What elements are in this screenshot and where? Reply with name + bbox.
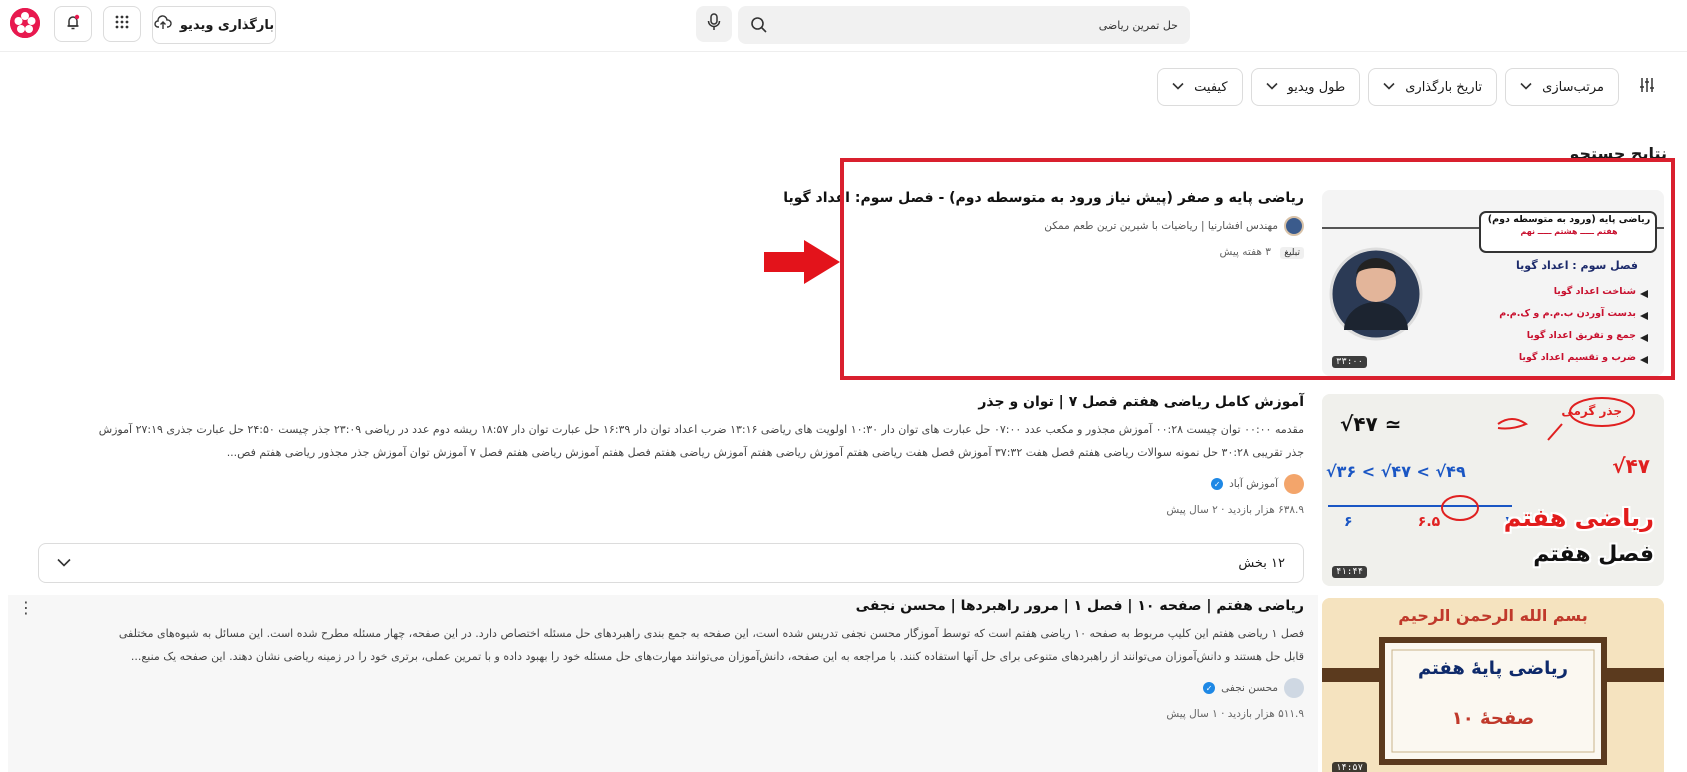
filter-upload-date-label: تاریخ بارگذاری [1405, 79, 1483, 95]
search-input[interactable] [798, 6, 1178, 44]
description-line: فصل ۱ ریاضی هفتم این کلیپ مربوط به صفحه … [118, 627, 1304, 640]
chevron-down-icon [1265, 82, 1278, 93]
result-description: فصل ۱ ریاضی هفتم این کلیپ مربوط به صفحه … [54, 622, 1304, 668]
sections-label: ۱۲ بخش [1238, 555, 1285, 571]
duration-badge: ۴۱:۴۴ [1332, 566, 1368, 578]
thumb-denominator: ۶.۵ [1417, 514, 1441, 530]
publish-time: ۱ سال پیش [1166, 708, 1218, 720]
thumb-basmala: بسم الله الرحمن الرحیم [1398, 606, 1588, 625]
description-line: مقدمه ۰۰:۰۰ توان چیست ۰۰:۲۸ آموزش مجذور … [98, 423, 1304, 436]
channel-avatar[interactable] [1284, 678, 1304, 698]
meta-separator: · [1217, 708, 1225, 720]
channel-name[interactable]: محسن نجفی [1221, 682, 1278, 694]
apps-button[interactable] [103, 6, 141, 42]
meta-separator: · [1217, 504, 1225, 516]
red-arrow-icon [764, 240, 840, 288]
thumb-grade: ریاضی پایهٔ هفتم [1417, 658, 1569, 679]
search-icon[interactable] [750, 16, 768, 38]
description-line: قابل حل هستند و دانش‌آموزان می‌توانند از… [130, 650, 1304, 663]
notification-icon [64, 13, 82, 35]
chevron-down-icon [57, 556, 71, 571]
channel-name[interactable]: آموزش آباد [1229, 478, 1278, 490]
sliders-icon [1638, 76, 1656, 98]
result-meta: ۵۱۱.۹ هزار بازدید · ۱ سال پیش [54, 708, 1304, 720]
upload-icon [154, 15, 172, 35]
verified-icon: ✓ [1211, 478, 1224, 490]
chevron-down-icon [1383, 82, 1395, 93]
top-header: بارگذاری ویدیو [0, 0, 1687, 52]
filter-upload-date[interactable]: تاریخ بارگذاری [1368, 68, 1498, 106]
filter-bar: مرتب‌سازی تاریخ بارگذاری طول ویدیو کیفیت [1157, 68, 1667, 106]
duration-badge: ۱۴:۵۷ [1332, 762, 1368, 772]
more-options-icon[interactable]: ⋮ [18, 598, 34, 617]
thumb-denominator: ۶ [1344, 514, 1353, 530]
voice-search-button[interactable] [696, 6, 732, 42]
apps-grid-icon [114, 14, 130, 34]
result-description: مقدمه ۰۰:۰۰ توان چیست ۰۰:۲۸ آموزش مجذور … [44, 418, 1304, 464]
view-count: ۶۳۸.۹ هزار بازدید [1227, 504, 1304, 516]
publish-time: ۲ سال پیش [1166, 504, 1218, 516]
result-info: آموزش کامل ریاضی هفتم فصل ۷ | توان و جذر… [44, 394, 1304, 516]
upload-label: بارگذاری ویدیو [179, 17, 275, 33]
thumb-expr-top: √۴۷ ≃ [1340, 412, 1402, 436]
filter-quality-label: کیفیت [1194, 79, 1228, 95]
mic-icon [706, 13, 722, 35]
result-meta: ۶۳۸.۹ هزار بازدید · ۲ سال پیش [44, 504, 1304, 516]
filter-sort-label: مرتب‌سازی [1542, 79, 1604, 95]
filter-duration-label: طول ویدیو [1287, 79, 1346, 95]
thumb-chapter: فصل هفتم [1533, 542, 1654, 567]
filter-sort[interactable]: مرتب‌سازی [1505, 68, 1619, 106]
thumb-expr-right: √۴۷ [1612, 454, 1650, 478]
video-thumbnail[interactable]: بسم الله الرحمن الرحیم ریاضی پایهٔ هفتم … [1322, 598, 1664, 772]
filter-quality[interactable]: کیفیت [1157, 68, 1243, 106]
result-title[interactable]: آموزش کامل ریاضی هفتم فصل ۷ | توان و جذر [44, 394, 1304, 410]
thumb-grade: ریاضی هفتم [1503, 504, 1654, 532]
result-title[interactable]: ریاضی هفتم | صفحه ۱۰ | فصل ۱ | مرور راهب… [54, 598, 1304, 614]
view-count: ۵۱۱.۹ هزار بازدید [1227, 708, 1304, 720]
thumb-badge: جذر گرمی [1561, 404, 1622, 418]
highlight-frame [840, 158, 1675, 380]
filter-duration[interactable]: طول ویدیو [1250, 68, 1361, 106]
search-bar[interactable] [738, 6, 1190, 44]
channel-avatar[interactable] [1284, 474, 1304, 494]
notification-button[interactable] [54, 6, 92, 42]
logo-icon[interactable] [10, 8, 40, 38]
filter-toggle-button[interactable] [1627, 68, 1667, 106]
chevron-down-icon [1520, 82, 1532, 93]
channel-row[interactable]: محسن نجفی ✓ [54, 678, 1304, 698]
verified-icon: ✓ [1203, 682, 1216, 694]
thumb-page: صفحهٔ ۱۰ [1451, 708, 1535, 729]
thumb-inequality: √۳۶ < √۴۷ < √۴۹ [1326, 462, 1466, 481]
result-info: ریاضی هفتم | صفحه ۱۰ | فصل ۱ | مرور راهب… [54, 598, 1304, 720]
channel-row[interactable]: آموزش آباد ✓ [44, 474, 1304, 494]
description-line: جذر تقریبی ۳۰:۲۸ حل نمونه سوالات ریاضی ه… [226, 446, 1304, 459]
chapters-expander[interactable]: ۱۲ بخش [38, 543, 1304, 583]
chevron-down-icon [1172, 82, 1184, 93]
thumb-denominators: ۶ ۶.۵ ۷ [1344, 514, 1514, 530]
upload-video-button[interactable]: بارگذاری ویدیو [152, 6, 276, 44]
video-thumbnail[interactable]: جذر گرمی √۴۷ ≃ √۴۷ √۳۶ < √۴۷ < √۴۹ ۶ ۶.۵… [1322, 394, 1664, 586]
